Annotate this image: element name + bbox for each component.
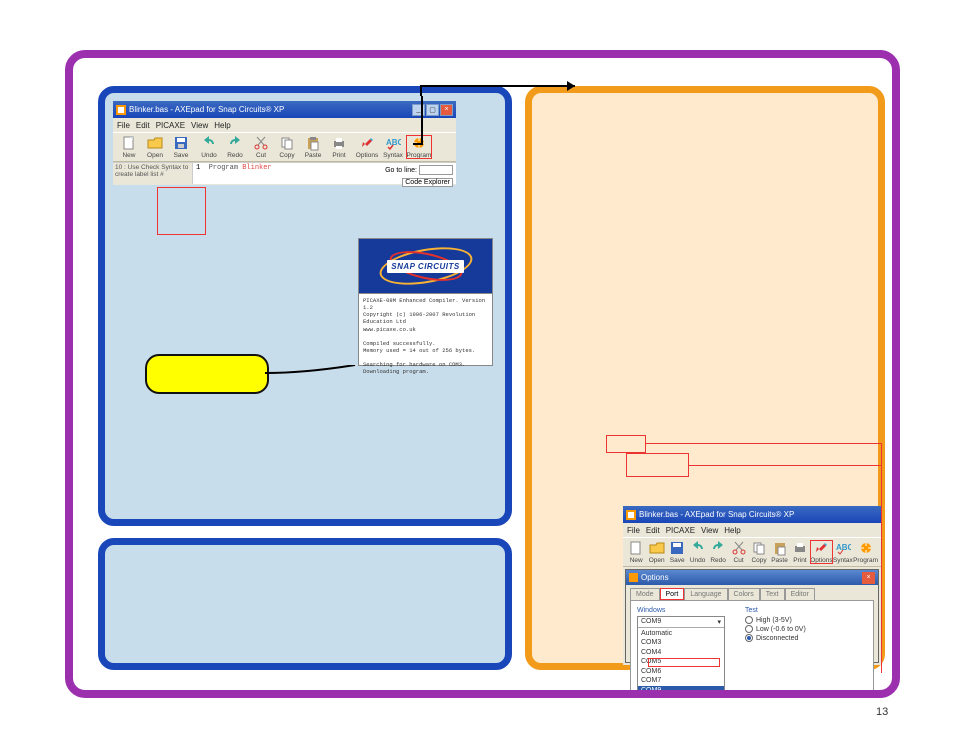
tool-options-2[interactable]: Options [810, 540, 832, 564]
goto-line-row: Go to line: [385, 165, 453, 175]
tab-language[interactable]: Language [684, 588, 727, 600]
tool-new[interactable]: New [116, 135, 142, 159]
tab-colors[interactable]: Colors [728, 588, 760, 600]
windows-group-label: Windows [637, 607, 725, 614]
tool-save-2[interactable]: Save [667, 540, 687, 564]
menu-picaxe-2[interactable]: PICAXE [666, 526, 695, 535]
compile-output: PICAXE-08M Enhanced Compiler. Version 1.… [359, 294, 492, 379]
test-group-label: Test [745, 607, 806, 614]
port-selected: COM9 [641, 618, 661, 626]
app-icon-2 [626, 510, 636, 520]
radio-low[interactable]: Low (-0.6 to 0V) [745, 625, 806, 633]
code-explorer-label[interactable]: Code Explorer [402, 178, 453, 187]
tab-mode[interactable]: Mode [630, 588, 660, 600]
snap-circuits-logo: SNAP CIRCUITS [359, 239, 492, 294]
menu-file-2[interactable]: File [627, 526, 640, 535]
test-fieldset: Test High (3-5V) Low (-0.6 to 0V) Discon… [745, 607, 806, 697]
tool-save[interactable]: Save [168, 135, 194, 159]
tool-new-2[interactable]: New [626, 540, 646, 564]
svg-text:ABC: ABC [386, 138, 401, 147]
maximize-button[interactable]: ▢ [426, 104, 439, 116]
tool-open[interactable]: Open [142, 135, 168, 159]
options-titlebar: Options × [626, 570, 878, 585]
arrow-to-right [421, 82, 587, 102]
toolbar-2: New Open Save Undo Redo Cut Copy Paste P… [623, 537, 881, 567]
red-callout-small-1 [606, 435, 646, 453]
tool-undo-2[interactable]: Undo [687, 540, 707, 564]
tool-syntax[interactable]: ABCSyntax [380, 135, 406, 159]
tool-syntax-2[interactable]: ABCSyntax [833, 540, 853, 564]
yellow-note-bubble [145, 354, 269, 394]
arrow-stub [413, 143, 423, 145]
red-leader-1 [646, 443, 882, 444]
menu-view[interactable]: View [191, 121, 208, 130]
options-tabs: Mode Port Language Colors Text Editor [626, 585, 878, 600]
radio-high[interactable]: High (3-5V) [745, 616, 806, 624]
arrow-vert [421, 96, 423, 144]
menu-help-2[interactable]: Help [724, 526, 740, 535]
menubar: File Edit PICAXE View Help [113, 118, 456, 132]
red-leader-v [881, 443, 882, 673]
options-close-button[interactable]: × [862, 572, 875, 584]
compile-popup: SNAP CIRCUITS PICAXE-08M Enhanced Compil… [358, 238, 493, 366]
page-number: 13 [876, 706, 888, 718]
toolbar: New Open Save Undo Redo Cut Copy Paste P… [113, 132, 456, 162]
goto-label: Go to line: [385, 167, 417, 174]
tool-copy-2[interactable]: Copy [749, 540, 769, 564]
menu-edit-2[interactable]: Edit [646, 526, 660, 535]
tool-print[interactable]: Print [326, 135, 352, 159]
app-icon [116, 105, 126, 115]
axepad-window-bottom: Blinker.bas - AXEpad for Snap Circuits® … [623, 506, 881, 665]
left-blue-top-panel: Blinker.bas - AXEpad for Snap Circuits® … [98, 86, 512, 526]
tool-options[interactable]: Options [354, 135, 380, 159]
tool-paste[interactable]: Paste [300, 135, 326, 159]
tool-cut-2[interactable]: Cut [728, 540, 748, 564]
right-orange-panel: Blinker.bas - AXEpad for Snap Circuits® … [525, 86, 885, 670]
tool-program-2[interactable]: Program [853, 540, 878, 564]
menu-help[interactable]: Help [214, 121, 230, 130]
tool-open-2[interactable]: Open [646, 540, 666, 564]
tool-redo[interactable]: Redo [222, 135, 248, 159]
options-icon [629, 573, 638, 582]
menu-edit[interactable]: Edit [136, 121, 150, 130]
red-leader-2 [689, 465, 882, 466]
red-callout-code [157, 187, 206, 235]
options-dialog: Options × Mode Port Language Colors Text… [625, 569, 879, 663]
menu-view-2[interactable]: View [701, 526, 718, 535]
menu-file[interactable]: File [117, 121, 130, 130]
tool-undo[interactable]: Undo [196, 135, 222, 159]
yellow-bubble-tail [265, 365, 359, 383]
tool-copy[interactable]: Copy [274, 135, 300, 159]
left-blue-bottom-panel [98, 538, 512, 670]
tool-print-2[interactable]: Print [790, 540, 810, 564]
options-body: Windows COM9 Automatic COM3 COM4 COM5 CO… [630, 600, 874, 698]
tab-editor[interactable]: Editor [785, 588, 815, 600]
snap-logo-text: SNAP CIRCUITS [387, 260, 463, 273]
tab-text[interactable]: Text [760, 588, 785, 600]
radio-disconnected[interactable]: Disconnected [745, 634, 806, 642]
menu-picaxe[interactable]: PICAXE [156, 121, 185, 130]
axepad-window-top: Blinker.bas - AXEpad for Snap Circuits® … [113, 101, 456, 185]
options-title-text: Options [641, 573, 669, 582]
svg-text:ABC: ABC [836, 543, 851, 552]
window-title-text: Blinker.bas - AXEpad for Snap Circuits® … [129, 105, 284, 114]
tool-program[interactable]: Program [406, 135, 432, 159]
close-button[interactable]: × [440, 104, 453, 116]
port-dropdown[interactable]: COM9 Automatic COM3 COM4 COM5 COM6 COM7 … [637, 616, 725, 697]
goto-line-input[interactable] [419, 165, 453, 175]
tab-port[interactable]: Port [660, 588, 685, 600]
red-callout-small-2 [626, 453, 689, 477]
windows-fieldset: Windows COM9 Automatic COM3 COM4 COM5 CO… [637, 607, 725, 697]
gutter-text: 10 : Use Check Syntax to create label li… [113, 163, 193, 184]
minimize-button[interactable]: _ [412, 104, 425, 116]
menubar-2: File Edit PICAXE View Help [623, 523, 881, 537]
tool-paste-2[interactable]: Paste [769, 540, 789, 564]
window-titlebar: Blinker.bas - AXEpad for Snap Circuits® … [113, 101, 456, 118]
window-title-text-2: Blinker.bas - AXEpad for Snap Circuits® … [639, 510, 794, 519]
tool-redo-2[interactable]: Redo [708, 540, 728, 564]
window-titlebar-2: Blinker.bas - AXEpad for Snap Circuits® … [623, 506, 881, 523]
red-callout-com9 [648, 658, 720, 667]
tool-cut[interactable]: Cut [248, 135, 274, 159]
